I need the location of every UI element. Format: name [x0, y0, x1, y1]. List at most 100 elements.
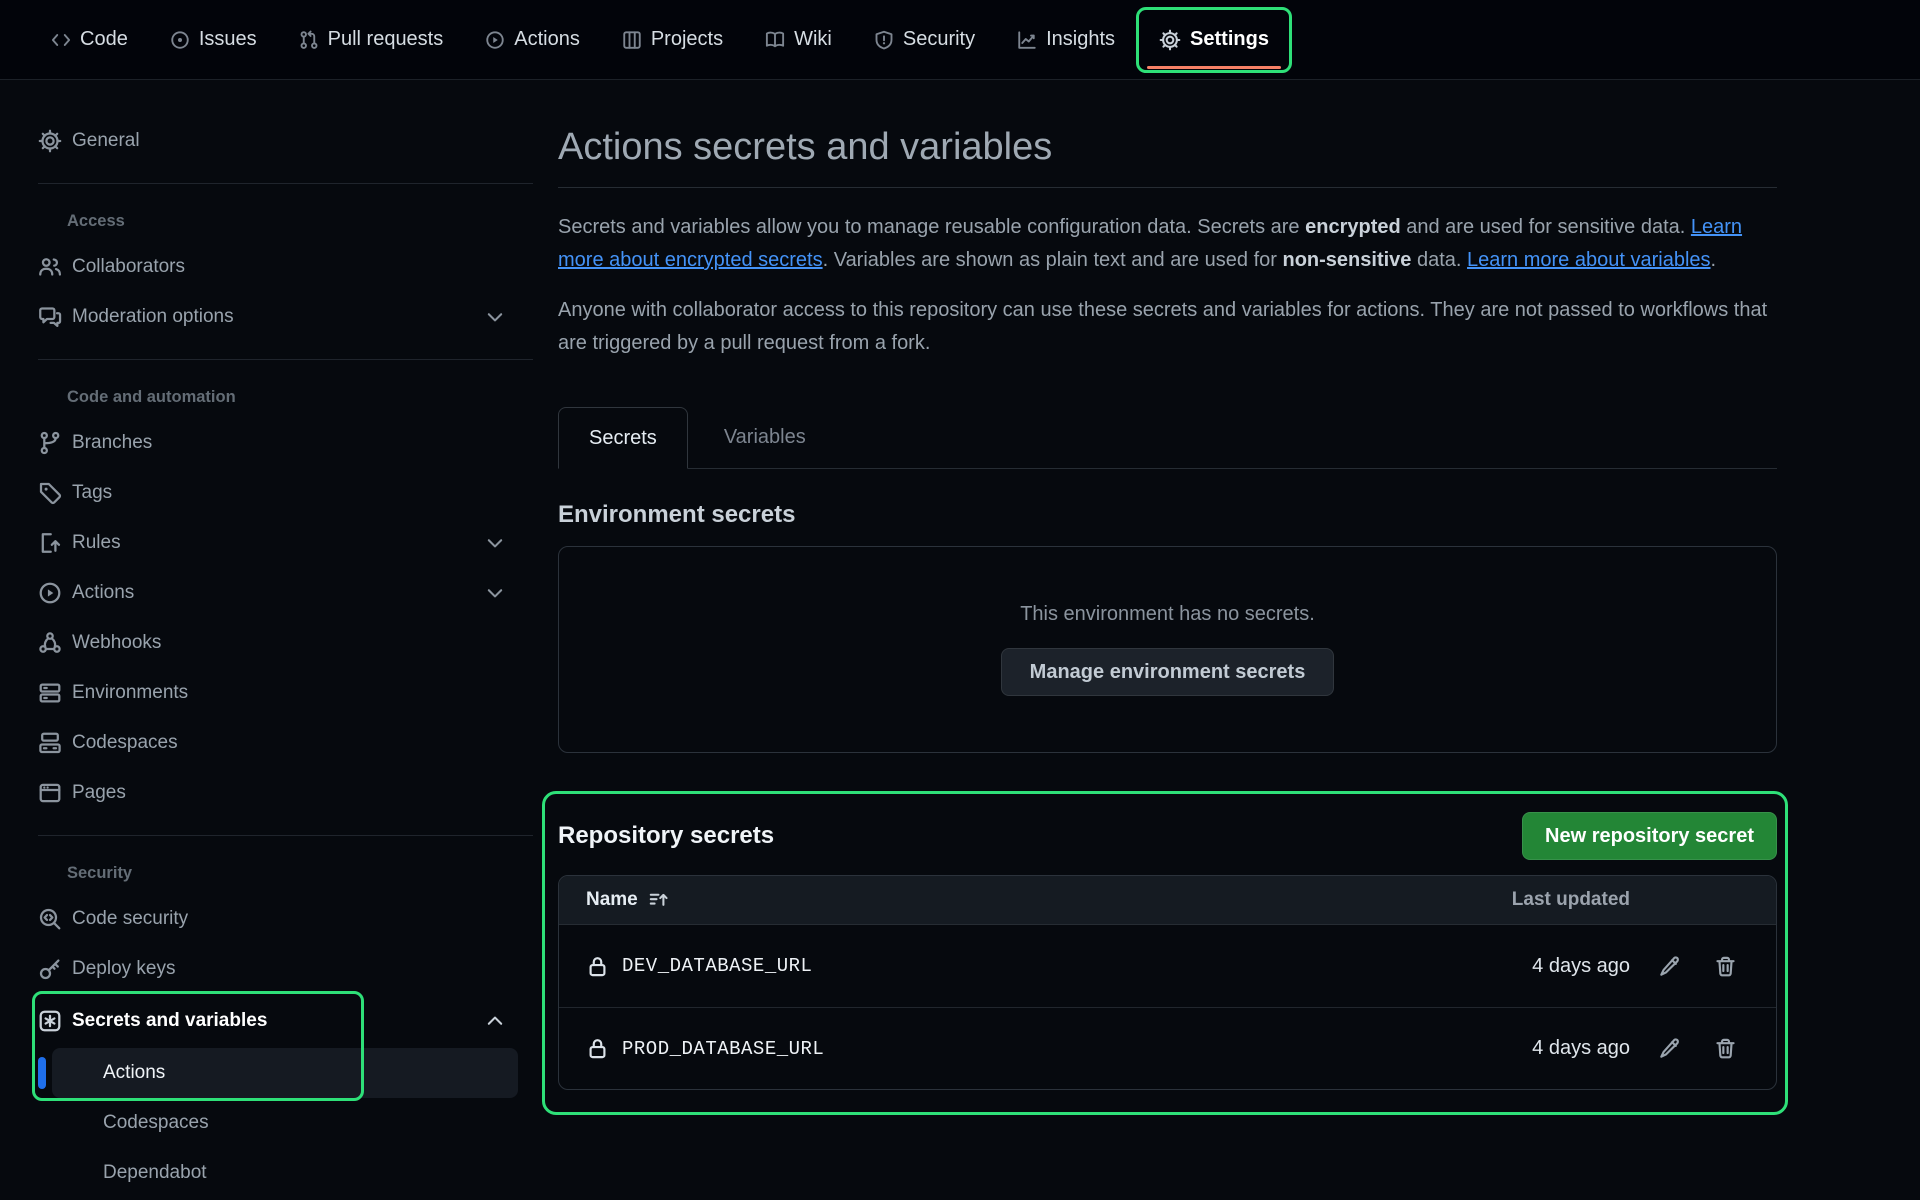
sidebar-item-collaborators[interactable]: Collaborators	[38, 242, 534, 292]
annotation-box-repository-secrets: Repository secrets New repository secret…	[542, 791, 1788, 1115]
sidebar-item-secrets-and-variables[interactable]: Secrets and variables	[38, 994, 534, 1048]
sidebar-item-moderation-options[interactable]: Moderation options	[38, 292, 534, 342]
intro-text: Secrets and variables allow you to manag…	[558, 216, 1305, 238]
sidebar-item-label: General	[72, 130, 140, 152]
intro-text: .	[1711, 249, 1717, 271]
intro-text: . Variables are shown as plain text and …	[823, 249, 1283, 271]
browser-icon	[38, 781, 62, 805]
webhook-icon	[38, 631, 62, 655]
intro-paragraph: Secrets and variables allow you to manag…	[558, 211, 1777, 277]
edit-secret-button[interactable]	[1652, 955, 1686, 978]
sidebar-item-webhooks[interactable]: Webhooks	[38, 618, 534, 668]
intro-text: data.	[1411, 249, 1467, 271]
environment-empty-text: This environment has no secrets.	[1020, 603, 1315, 626]
sidebar-divider	[38, 359, 533, 360]
sidebar-item-label: Deploy keys	[72, 958, 176, 980]
sidebar-item-label: Codespaces	[72, 732, 178, 754]
sidebar-item-pages[interactable]: Pages	[38, 768, 534, 818]
tab-label: Projects	[651, 28, 723, 51]
link-variables[interactable]: Learn more about variables	[1467, 249, 1710, 271]
sidebar-item-label: Actions	[103, 1062, 165, 1084]
sidebar-item-label: Collaborators	[72, 256, 185, 278]
sidebar-subitem-codespaces-secrets[interactable]: Codespaces	[38, 1098, 534, 1148]
new-repository-secret-button[interactable]: New repository secret	[1522, 812, 1777, 860]
selected-item-accent-bar	[38, 1057, 46, 1089]
tab-label: Security	[903, 28, 975, 51]
trash-icon	[1714, 955, 1737, 978]
tab-insights[interactable]: Insights	[999, 11, 1133, 69]
tab-variables[interactable]: Variables	[688, 406, 842, 468]
play-icon	[38, 581, 62, 605]
environment-secrets-card: This environment has no secrets. Manage …	[558, 546, 1777, 753]
play-icon	[485, 30, 505, 50]
main-content: Actions secrets and variables Secrets an…	[534, 80, 1777, 1200]
tab-label: Actions	[514, 28, 580, 51]
chevron-down-icon	[484, 306, 506, 328]
trash-icon	[1714, 1037, 1737, 1060]
tab-wiki[interactable]: Wiki	[747, 11, 850, 69]
book-icon	[765, 30, 785, 50]
environment-secrets-heading: Environment secrets	[558, 501, 1777, 529]
sidebar-item-general[interactable]: General	[38, 116, 534, 166]
tab-label: Settings	[1190, 28, 1269, 51]
tag-icon	[38, 481, 62, 505]
name-column-header: Name	[586, 889, 638, 911]
intro-paragraph-2: Anyone with collaborator access to this …	[558, 294, 1777, 360]
secret-name: DEV_DATABASE_URL	[622, 955, 812, 977]
sidebar-divider	[38, 835, 533, 836]
sidebar-divider	[38, 183, 533, 184]
sidebar-item-label: Webhooks	[72, 632, 161, 654]
tab-label: Insights	[1046, 28, 1115, 51]
secrets-variables-tabs: Secrets Variables	[558, 406, 1777, 469]
sidebar-item-code-security[interactable]: Code security	[38, 894, 534, 944]
sidebar-section-security: Security	[38, 852, 534, 894]
tab-issues[interactable]: Issues	[152, 11, 275, 69]
graph-icon	[1017, 30, 1037, 50]
comment-discussion-icon	[38, 305, 62, 329]
secret-name: PROD_DATABASE_URL	[622, 1038, 824, 1060]
delete-secret-button[interactable]	[1708, 955, 1742, 978]
key-icon	[38, 957, 62, 981]
tab-settings[interactable]: Settings	[1136, 7, 1292, 73]
sidebar-item-label: Codespaces	[103, 1112, 209, 1134]
sidebar-item-deploy-keys[interactable]: Deploy keys	[38, 944, 534, 994]
manage-environment-secrets-button[interactable]: Manage environment secrets	[1001, 648, 1335, 696]
sidebar-subitem-dependabot-secrets[interactable]: Dependabot	[38, 1148, 534, 1198]
title-divider	[558, 187, 1777, 188]
table-row: DEV_DATABASE_URL 4 days ago	[559, 925, 1776, 1007]
sidebar-item-branches[interactable]: Branches	[38, 418, 534, 468]
gear-icon	[38, 129, 62, 153]
chevron-up-icon	[484, 1010, 506, 1032]
active-tab-underline	[1147, 66, 1281, 69]
intro-text: and are used for sensitive data.	[1401, 216, 1691, 238]
rules-icon	[38, 531, 62, 555]
page-title: Actions secrets and variables	[558, 124, 1777, 170]
lock-icon	[586, 955, 609, 978]
sidebar-item-actions[interactable]: Actions	[38, 568, 534, 618]
tab-code[interactable]: Code	[33, 11, 146, 69]
sidebar-item-environments[interactable]: Environments	[38, 668, 534, 718]
sidebar-item-label: Pages	[72, 782, 126, 804]
git-pull-request-icon	[299, 30, 319, 50]
tab-security[interactable]: Security	[856, 11, 993, 69]
pencil-icon	[1658, 1037, 1681, 1060]
sidebar-item-tags[interactable]: Tags	[38, 468, 534, 518]
code-scan-icon	[38, 907, 62, 931]
tab-pull-requests[interactable]: Pull requests	[281, 11, 462, 69]
sidebar-item-label: Tags	[72, 482, 112, 504]
tab-label: Wiki	[794, 28, 832, 51]
tab-projects[interactable]: Projects	[604, 11, 741, 69]
table-row: PROD_DATABASE_URL 4 days ago	[559, 1007, 1776, 1089]
sidebar-subitem-actions-secrets[interactable]: Actions	[52, 1048, 518, 1098]
sidebar-item-rules[interactable]: Rules	[38, 518, 534, 568]
sidebar-section-access: Access	[38, 200, 534, 242]
tab-secrets[interactable]: Secrets	[558, 407, 688, 469]
delete-secret-button[interactable]	[1708, 1037, 1742, 1060]
intro-bold-non-sensitive: non-sensitive	[1283, 249, 1412, 271]
tab-actions[interactable]: Actions	[467, 11, 598, 69]
chevron-down-icon	[484, 532, 506, 554]
edit-secret-button[interactable]	[1652, 1037, 1686, 1060]
project-icon	[622, 30, 642, 50]
sidebar-item-label: Moderation options	[72, 306, 234, 328]
sidebar-item-codespaces[interactable]: Codespaces	[38, 718, 534, 768]
